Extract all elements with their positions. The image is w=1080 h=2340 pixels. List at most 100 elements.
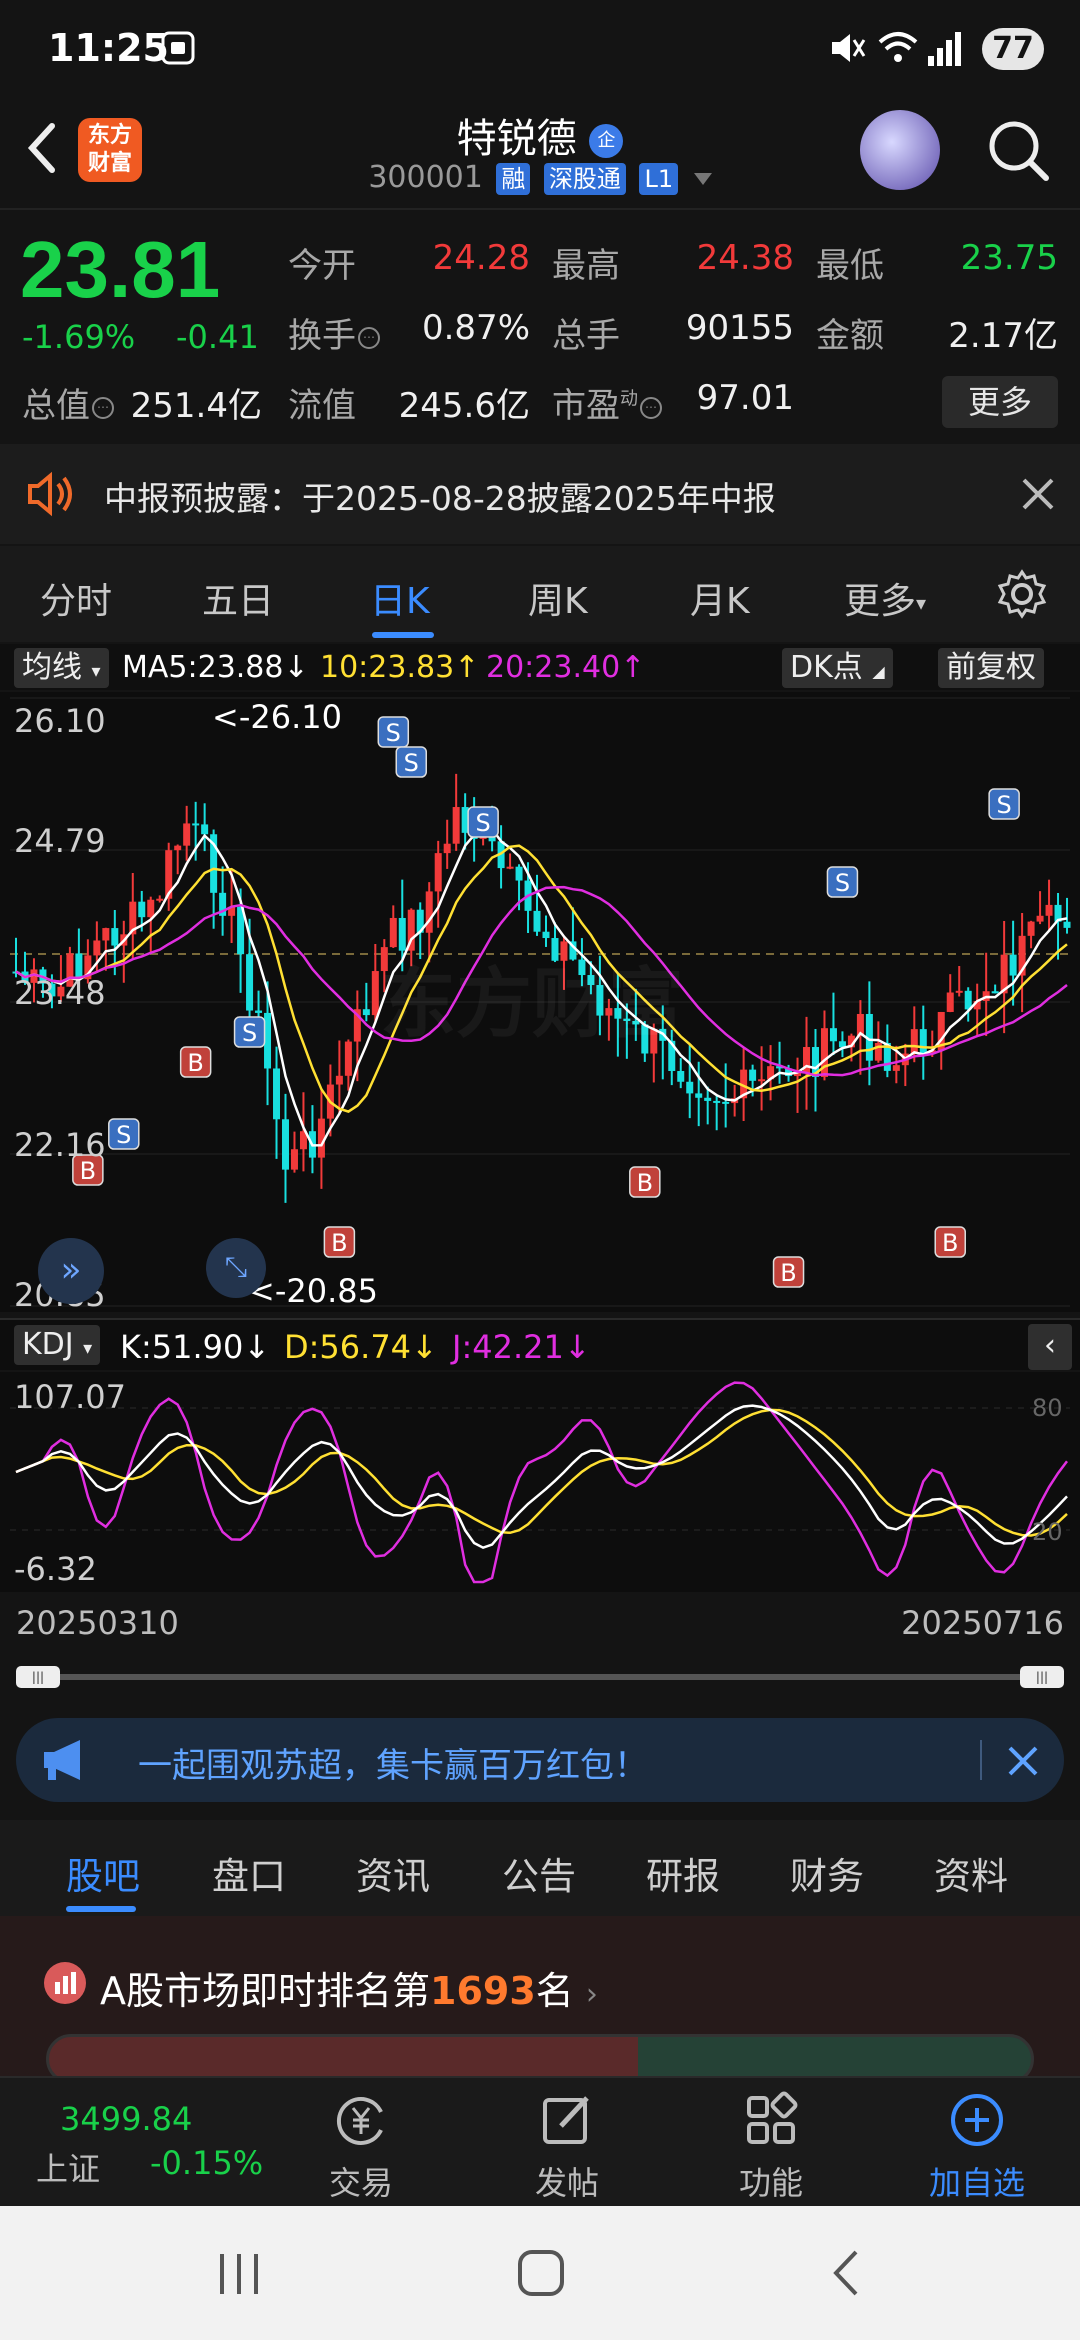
rank-card[interactable]: A股市场即时排名第1693名 ›: [0, 1916, 1080, 2084]
candle-body: [695, 1093, 703, 1098]
open-label: 今开: [288, 246, 356, 286]
tab-forum[interactable]: 股吧: [66, 1846, 140, 1900]
collapse-arrow-icon[interactable]: ‹: [1028, 1324, 1072, 1370]
sell-marker: S: [988, 788, 1020, 820]
functions-label: 功能: [738, 2164, 803, 2202]
index-percent: -0.15%: [150, 2144, 264, 2182]
tab-five-day[interactable]: 五日: [202, 572, 274, 624]
candle-body: [111, 928, 119, 946]
kdj-svg: [10, 1381, 1070, 1584]
sell-marker: S: [826, 866, 859, 898]
active-tab-indicator: [372, 632, 434, 638]
marker-label: S: [116, 1121, 131, 1149]
post-label: 发帖: [534, 2164, 599, 2202]
screenshot-icon: [161, 31, 195, 65]
expand-icon[interactable]: »: [38, 1238, 104, 1304]
adjust-button[interactable]: 前复权: [938, 648, 1044, 688]
report-notice[interactable]: 中报预披露：于2025-08-28披露2025年中报: [0, 444, 1080, 544]
marker-label: B: [331, 1229, 347, 1257]
slider-right-handle[interactable]: |||: [1020, 1666, 1064, 1688]
megaphone-icon: [44, 1740, 80, 1780]
tab-profile[interactable]: 资料: [934, 1846, 1008, 1900]
more-quote-button[interactable]: 更多: [942, 376, 1058, 428]
banner-text: 一起围观苏超，集卡赢百万红包！: [138, 1746, 648, 1786]
mktcap-label[interactable]: 总值 ⋯: [22, 378, 114, 427]
candle-body: [255, 1010, 263, 1013]
kdj-d: D:56.74↓: [284, 1328, 438, 1366]
sell-marker: S: [377, 716, 410, 748]
promo-banner[interactable]: 一起围观苏超，集卡赢百万红包！: [16, 1718, 1064, 1802]
candle-body: [542, 931, 550, 939]
candle-body: [183, 823, 191, 846]
tab-financials[interactable]: 财务: [790, 1846, 864, 1900]
divider: [980, 1740, 982, 1780]
close-icon[interactable]: [1006, 1744, 1040, 1778]
kline-chart[interactable]: BSBSBSSSBBSBS 26.10 24.79 23.48 22.16 20…: [0, 692, 1080, 1314]
range-slider[interactable]: ||| |||: [16, 1666, 1064, 1688]
marker-label: B: [942, 1229, 958, 1257]
kdj-y-max: 107.07: [14, 1378, 126, 1416]
recent-apps-icon[interactable]: [214, 2250, 264, 2298]
stock-code: 300001: [368, 160, 483, 195]
add-watchlist-label: 加自选: [928, 2164, 1025, 2202]
volume-value: 90155: [685, 308, 794, 348]
stock-header: 东方 财富 特锐德 企 300001 融 深股通 L1: [0, 100, 1080, 210]
pe-label[interactable]: 市盈动 ⋯: [552, 378, 662, 427]
tab-more[interactable]: 更多▾: [844, 572, 926, 624]
caret-down-icon: ▾: [916, 591, 927, 615]
quote-panel: 23.81 -1.69% -0.41 今开 24.28 最高 24.38 最低 …: [0, 212, 1080, 442]
change-amount: -0.41: [176, 318, 259, 356]
tab-weekly-k[interactable]: 周K: [528, 572, 588, 624]
back-nav-icon[interactable]: [826, 2248, 866, 2298]
candle-body: [93, 940, 101, 956]
tab-order-book[interactable]: 盘口: [212, 1846, 286, 1900]
tab-monthly-k[interactable]: 月K: [690, 572, 750, 624]
amount-label: 金额: [816, 316, 884, 356]
candle-body: [371, 971, 379, 1016]
marker-label: B: [637, 1169, 653, 1197]
bottom-toolbar: 3499.84 上证 -0.15% 交易 发帖 功能 加自选: [0, 2076, 1080, 2206]
buy-marker: B: [179, 1046, 212, 1078]
candle-body: [829, 1028, 837, 1042]
tab-announcements[interactable]: 公告: [502, 1846, 576, 1900]
candle-body: [1045, 904, 1053, 916]
dk-point-button[interactable]: DK点 ◢: [782, 648, 893, 688]
tab-news[interactable]: 资讯: [356, 1846, 430, 1900]
active-tab-indicator: [66, 1906, 136, 1912]
kdj-chart[interactable]: 107.07 -6.32 80 20: [0, 1372, 1080, 1592]
y-axis-tick: 22.16: [14, 1126, 106, 1164]
robot-assistant-icon[interactable]: [860, 110, 940, 190]
dropdown-icon[interactable]: [693, 172, 712, 185]
candle-body: [1027, 921, 1035, 936]
sell-marker: S: [233, 1016, 266, 1048]
tab-intraday[interactable]: 分时: [40, 572, 112, 624]
candle-body: [758, 1079, 766, 1082]
turnover-label[interactable]: 换手 ⋯: [288, 308, 380, 357]
kdj-j-line: [15, 1381, 1068, 1584]
candle-body: [362, 1009, 370, 1016]
marker-label: B: [187, 1049, 203, 1077]
volume-label: 总手: [552, 316, 620, 356]
close-icon[interactable]: [1020, 476, 1056, 512]
tab-research[interactable]: 研报: [646, 1846, 720, 1900]
candle-body: [174, 845, 182, 851]
kdj-selector[interactable]: KDJ ▾: [14, 1325, 101, 1365]
low-label: 最低: [816, 246, 884, 286]
home-icon[interactable]: [516, 2248, 566, 2298]
start-date: 20250310: [16, 1604, 179, 1642]
search-icon[interactable]: [986, 118, 1052, 184]
candle-body: [677, 1071, 685, 1082]
candle-body: [533, 910, 541, 932]
tab-daily-k[interactable]: 日K: [370, 572, 430, 624]
ma10-value: 10:23.83↑: [320, 650, 480, 685]
candle-body: [443, 843, 451, 854]
gear-icon[interactable]: [996, 568, 1048, 620]
fullscreen-icon[interactable]: ⤡: [206, 1238, 266, 1298]
ma-selector[interactable]: 均线 ▾: [14, 648, 109, 688]
index-value: 3499.84: [60, 2100, 193, 2138]
index-quote[interactable]: 3499.84 上证 -0.15%: [0, 2078, 290, 2208]
amount-value: 2.17亿: [948, 316, 1058, 356]
mute-icon: [832, 34, 866, 62]
kdj-y-min: -6.32: [14, 1550, 97, 1588]
slider-left-handle[interactable]: |||: [16, 1666, 60, 1688]
